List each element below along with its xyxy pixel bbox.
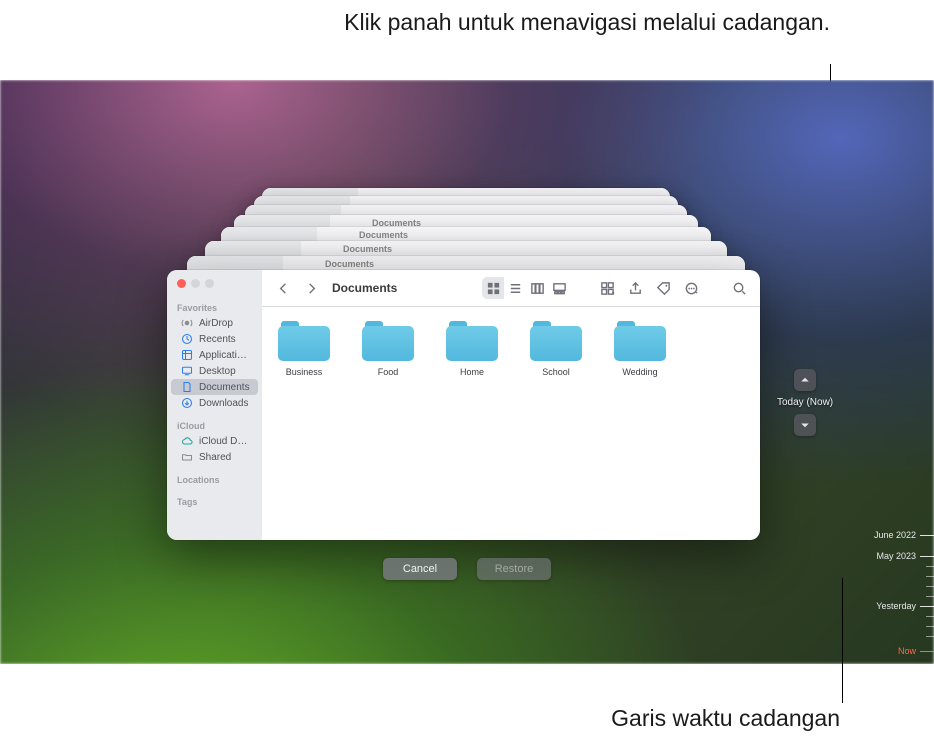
- folder-label: Wedding: [622, 367, 657, 377]
- restore-button[interactable]: Restore: [477, 558, 551, 580]
- chevron-up-icon: [799, 374, 811, 386]
- sidebar-item-applications[interactable]: Applications: [171, 347, 258, 363]
- sidebar-item-label: Desktop: [199, 366, 236, 377]
- document-icon: [181, 381, 193, 393]
- timeline-label: Yesterday: [876, 601, 916, 611]
- timeline-label-now: Now: [898, 646, 916, 656]
- time-machine-desktop: June 2022 May 2023 Yesterday Now Documen…: [0, 80, 934, 664]
- cloud-icon: [181, 435, 193, 447]
- sidebar-item-label: iCloud Drive: [199, 436, 250, 447]
- sidebar-item-downloads[interactable]: Downloads: [171, 395, 258, 411]
- icon-view-button[interactable]: [482, 277, 504, 299]
- sidebar-item-label: Downloads: [199, 398, 248, 409]
- folder-icon: [362, 321, 414, 361]
- zoom-icon: [205, 279, 214, 288]
- sidebar-item-label: Documents: [199, 382, 250, 393]
- chevron-down-icon: [799, 419, 811, 431]
- search-button[interactable]: [728, 277, 750, 299]
- ghost-title: Documents: [343, 244, 392, 254]
- folder-item[interactable]: Wedding: [610, 321, 670, 377]
- forward-button[interactable]: [300, 277, 322, 299]
- applications-icon: [181, 349, 193, 361]
- view-mode-segment[interactable]: [482, 277, 570, 299]
- sidebar-item-recents[interactable]: Recents: [171, 331, 258, 347]
- window-traffic-lights[interactable]: [167, 270, 262, 293]
- nav-newer-button[interactable]: [794, 414, 816, 436]
- tag-button[interactable]: [652, 277, 674, 299]
- desktop-icon: [181, 365, 193, 377]
- backup-nav-controls: Today (Now): [777, 369, 833, 436]
- folder-icon: [614, 321, 666, 361]
- folder-label: Home: [460, 367, 484, 377]
- folder-label: Business: [286, 367, 323, 377]
- sidebar-group-locations: Locations: [167, 465, 262, 487]
- sidebar-item-label: Recents: [199, 334, 236, 345]
- minimize-icon: [191, 279, 200, 288]
- group-button[interactable]: [596, 277, 618, 299]
- action-menu-button[interactable]: [680, 277, 702, 299]
- window-title: Documents: [332, 281, 397, 295]
- airdrop-icon: [181, 317, 193, 329]
- sidebar-group-tags: Tags: [167, 487, 262, 509]
- close-icon[interactable]: [177, 279, 186, 288]
- bottom-action-bar: Cancel Restore: [0, 558, 934, 580]
- downloads-icon: [181, 397, 193, 409]
- finder-content: Business Food Home School Wedding: [262, 307, 760, 540]
- ghost-title: Documents: [325, 259, 374, 269]
- folder-icon: [446, 321, 498, 361]
- sidebar-item-label: AirDrop: [199, 318, 233, 329]
- folder-item[interactable]: Business: [274, 321, 334, 377]
- finder-main: Documents Business: [262, 270, 760, 540]
- folder-icon: [278, 321, 330, 361]
- backup-time-status: Today (Now): [777, 397, 833, 408]
- clock-icon: [181, 333, 193, 345]
- gallery-view-button[interactable]: [548, 277, 570, 299]
- sidebar-item-label: Shared: [199, 452, 231, 463]
- annotation-nav-arrows: Klik panah untuk menavigasi melalui cada…: [290, 8, 830, 36]
- sidebar-item-iclouddrive[interactable]: iCloud Drive: [171, 433, 258, 449]
- folder-icon: [530, 321, 582, 361]
- sidebar-item-shared[interactable]: Shared: [171, 449, 258, 465]
- folder-label: Food: [378, 367, 399, 377]
- annotation-timeline: Garis waktu cadangan: [500, 704, 840, 732]
- folder-label: School: [542, 367, 570, 377]
- sidebar-group-icloud: iCloud: [167, 411, 262, 433]
- timeline-label: June 2022: [874, 530, 916, 540]
- leader-line-timeline: [842, 578, 843, 703]
- finder-toolbar: Documents: [262, 270, 760, 307]
- folder-item[interactable]: School: [526, 321, 586, 377]
- cancel-button[interactable]: Cancel: [383, 558, 457, 580]
- ghost-title: Documents: [359, 230, 408, 240]
- sidebar-item-desktop[interactable]: Desktop: [171, 363, 258, 379]
- finder-sidebar: Favorites AirDrop Recents Applications D…: [167, 270, 262, 540]
- nav-older-button[interactable]: [794, 369, 816, 391]
- folder-item[interactable]: Home: [442, 321, 502, 377]
- list-view-button[interactable]: [504, 277, 526, 299]
- folder-item[interactable]: Food: [358, 321, 418, 377]
- sidebar-item-label: Applications: [199, 350, 250, 361]
- finder-window: Favorites AirDrop Recents Applications D…: [167, 270, 760, 540]
- sidebar-item-airdrop[interactable]: AirDrop: [171, 315, 258, 331]
- shared-folder-icon: [181, 451, 193, 463]
- sidebar-item-documents[interactable]: Documents: [171, 379, 258, 395]
- sidebar-group-favorites: Favorites: [167, 293, 262, 315]
- back-button[interactable]: [272, 277, 294, 299]
- share-button[interactable]: [624, 277, 646, 299]
- column-view-button[interactable]: [526, 277, 548, 299]
